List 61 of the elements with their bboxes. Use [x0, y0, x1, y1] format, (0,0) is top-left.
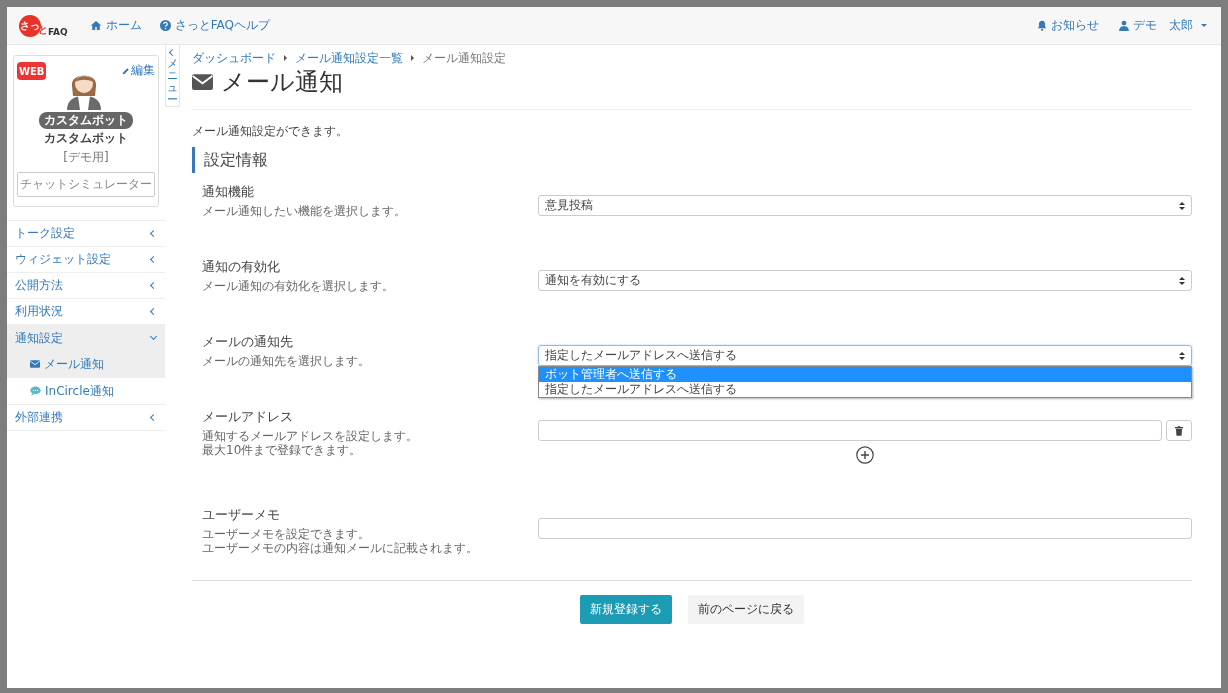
select-field[interactable]: 通知を有効にする — [538, 270, 1192, 291]
field-label: メールの通知先 — [202, 333, 294, 351]
nav-link[interactable]: ホーム — [105, 17, 142, 34]
text-input[interactable] — [538, 518, 1192, 539]
help-icon — [159, 20, 171, 31]
envelope-icon — [30, 360, 40, 368]
caret-icon[interactable] — [1201, 24, 1207, 27]
help-text: 最大10件まで登録できます。 — [202, 443, 363, 458]
dropdown-option[interactable]: 指定したメールアドレスへ送信する — [539, 382, 1191, 397]
sidebar-subitem[interactable]: InCircle通知 — [7, 378, 165, 405]
bot-tag: カスタムボット — [39, 112, 133, 129]
chat-bubble-icon — [30, 386, 41, 396]
page-description: メール通知設定ができます。 — [192, 123, 349, 140]
section-heading: 設定情報 — [192, 147, 1192, 173]
user-menu[interactable]: デモ 太郎 — [1133, 17, 1193, 34]
sidebar-item[interactable]: 通知設定 — [7, 325, 165, 351]
help-text: ユーザーメモを設定できます。 — [202, 527, 371, 542]
breadcrumb-separator-icon — [284, 55, 287, 61]
breadcrumb-link[interactable]: メール通知設定一覧 — [295, 49, 403, 67]
help-text: メール通知したい機能を選択します。 — [202, 204, 407, 219]
bot-note: [デモ用] — [63, 149, 109, 166]
field-label: 通知の有効化 — [202, 258, 281, 276]
breadcrumb-link[interactable]: ダッシュボード — [192, 49, 276, 67]
sidebar-item[interactable]: トーク設定 — [7, 221, 165, 247]
field-label: メールアドレス — [202, 408, 294, 426]
help-text: 通知するメールアドレスを設定します。 — [202, 429, 419, 444]
sidebar-item[interactable]: 外部連携 — [7, 405, 165, 431]
user-icon — [1119, 20, 1129, 31]
help-text: メールの通知先を選択します。 — [202, 354, 371, 369]
home-icon — [89, 20, 102, 31]
breadcrumb-current: メール通知設定 — [422, 49, 506, 67]
notifications-link[interactable]: お知らせ — [1051, 17, 1099, 34]
field-label: 通知機能 — [202, 183, 255, 201]
sidebar-subitem[interactable]: メール通知 — [7, 351, 165, 378]
field-label: ユーザーメモ — [202, 506, 281, 524]
logo-text: と — [38, 22, 48, 37]
dropdown-option[interactable]: ボット管理者へ送信する — [539, 367, 1191, 382]
sidebar-item[interactable]: 公開方法 — [7, 273, 165, 299]
email-input[interactable] — [538, 420, 1162, 441]
trash-icon — [1175, 425, 1183, 436]
breadcrumb-separator-icon — [411, 55, 414, 61]
web-badge: WEB — [17, 62, 47, 80]
back-button[interactable]: 前のページに戻る — [688, 595, 804, 624]
select-field[interactable]: 意見投稿 — [538, 195, 1192, 216]
add-button[interactable] — [856, 446, 874, 464]
chat-simulator-button[interactable]: チャットシミュレーター — [17, 172, 155, 197]
select-field[interactable]: 指定したメールアドレスへ送信する — [538, 345, 1192, 366]
edit-link[interactable]: 編集 — [122, 62, 155, 79]
help-text: ユーザーメモの内容は通知メールに記載されます。 — [202, 541, 479, 556]
page-title: メール通知 — [221, 67, 343, 98]
sidebar-item[interactable]: ウィジェット設定 — [7, 247, 165, 273]
bot-name: カスタムボット — [44, 130, 128, 147]
bell-icon — [1037, 20, 1047, 31]
nav-link[interactable]: さっとFAQヘルプ — [174, 17, 270, 34]
help-text: メール通知の有効化を選択します。 — [202, 279, 395, 294]
logo-text: FAQ — [48, 26, 68, 37]
register-button[interactable]: 新規登録する — [580, 595, 672, 624]
menu-toggle[interactable]: メニュー — [165, 45, 180, 107]
delete-button[interactable] — [1166, 420, 1192, 441]
pencil-icon — [122, 66, 130, 75]
envelope-icon — [192, 74, 213, 90]
